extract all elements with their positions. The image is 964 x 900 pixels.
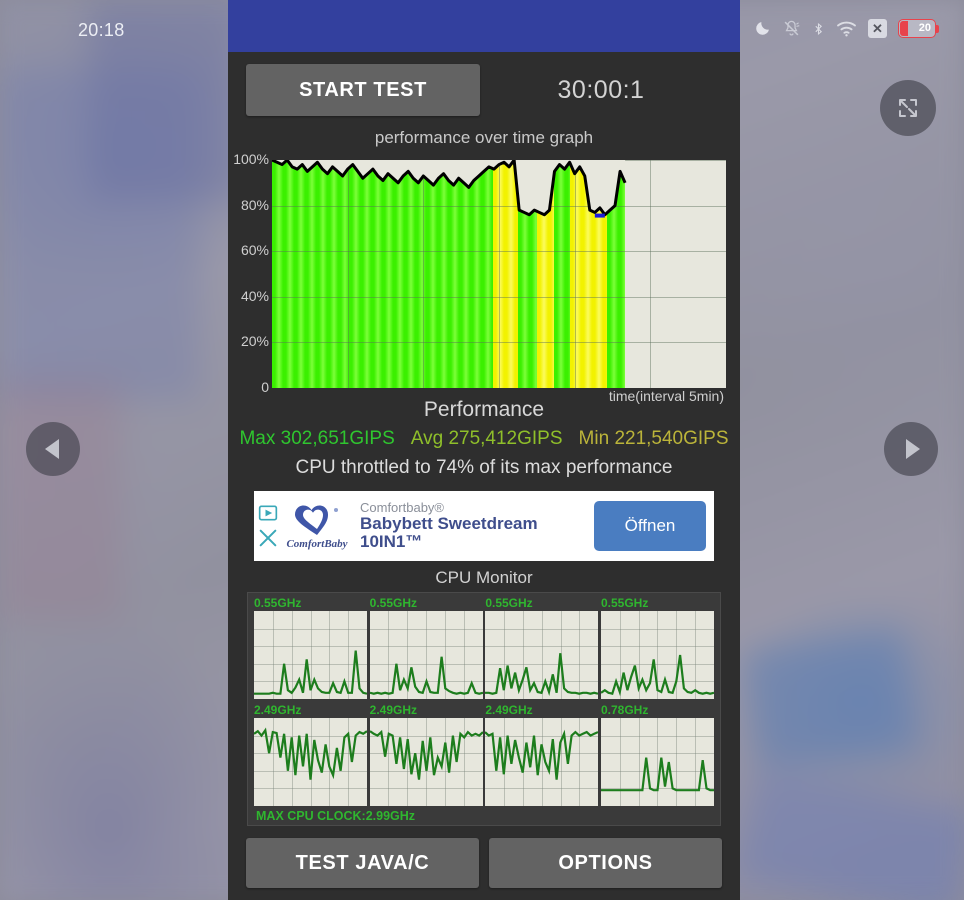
perf-avg-label: Avg: [410, 428, 444, 449]
performance-line: [272, 160, 726, 218]
perf-max-stat: Max 302,651GIPS: [239, 428, 394, 450]
cpu-core-plot: [485, 611, 599, 699]
wallpaper-blob: [0, 380, 120, 620]
cpu-core-cell: 0.55GHz: [600, 596, 714, 699]
cpu-core-line: [600, 654, 714, 697]
cpu-core-frequency-label: 2.49GHz: [369, 703, 418, 717]
app-header-bar: [228, 0, 740, 52]
performance-chart: 100% 80% 60% 40% 20% 0 time(interval 5min): [228, 150, 740, 404]
wallpaper-blob: [742, 629, 918, 771]
perf-max-value: 302,651GIPS: [280, 428, 395, 449]
fullscreen-expand-icon: [899, 99, 917, 117]
perf-avg-stat: Avg 275,412GIPS: [411, 428, 563, 450]
app-bottom-toolbar: TEST JAVA/C OPTIONS: [228, 838, 740, 894]
cpu-core-cell: 2.49GHz: [254, 703, 367, 806]
chart-plot-area[interactable]: [272, 160, 726, 388]
chart-y-tick: 60%: [240, 242, 269, 259]
cpu-core-row-bottom: 2.49GHz 2.49GHz 2.49GHz 0.78GHz: [250, 703, 718, 806]
chart-y-tick: 20%: [240, 333, 269, 350]
ad-headline-line1: Babybett Sweetdream: [360, 513, 538, 533]
ad-headline-line2: 10IN1™: [360, 532, 423, 552]
start-test-button[interactable]: START TEST: [246, 64, 480, 116]
cpu-core-cell: 2.49GHz: [485, 703, 599, 806]
ad-open-button[interactable]: Öffnen: [594, 501, 706, 551]
cpu-core-plot: [369, 718, 483, 806]
cpu-core-frequency-label: 2.49GHz: [485, 703, 533, 717]
heart-logo-icon: [295, 505, 338, 535]
perf-max-label: Max: [239, 428, 276, 449]
cpu-core-frequency-label: 0.55GHz: [369, 596, 418, 610]
chart-y-tick: 80%: [240, 196, 269, 213]
cpu-core-cell: 0.55GHz: [254, 596, 367, 699]
throttle-message: CPU throttled to 74% of its max performa…: [295, 457, 673, 478]
cpu-core-frequency-label: 0.55GHz: [485, 596, 533, 610]
cpu-monitor-panel: 0.55GHz 0.55GHz 0.55GHz 0.55GHz 2.49GHz 2.49…: [247, 592, 721, 826]
cpu-core-frequency-label: 0.55GHz: [600, 596, 649, 610]
nav-next-button[interactable]: [884, 422, 938, 476]
ad-text-block: Comfortbaby® Babybett Sweetdream 10IN1™: [354, 499, 594, 552]
ad-logo-wordmark: ComfortBaby: [286, 537, 348, 550]
cpu-core-line: [254, 727, 367, 780]
perf-avg-value: 275,412GIPS: [448, 428, 563, 449]
chevron-right-icon: [905, 439, 920, 459]
ad-banner[interactable]: ComfortBaby Comfortbaby® Babybett Sweetd…: [254, 491, 714, 561]
fullscreen-button[interactable]: [880, 80, 936, 136]
ad-controls: [254, 491, 280, 561]
chart-y-tick: 40%: [240, 287, 269, 304]
performance-chart-title: performance over time graph: [374, 128, 594, 147]
cpu-core-line: [600, 757, 714, 792]
adchoices-triangle-icon[interactable]: [257, 503, 279, 523]
cpu-core-plot: [369, 611, 483, 699]
ad-logo: ComfortBaby: [280, 503, 354, 550]
cpu-monitor-heading: CPU Monitor: [435, 568, 533, 587]
cpu-core-line: [369, 656, 483, 695]
cpu-core-line: [369, 729, 483, 780]
chart-y-axis: 100% 80% 60% 40% 20% 0: [228, 150, 272, 398]
performance-stats-row: Max 302,651GIPS Avg 275,412GIPS Min 221,…: [228, 422, 740, 450]
cpu-core-frequency-label: 2.49GHz: [254, 703, 302, 717]
chart-y-tick: 100%: [233, 151, 269, 167]
wallpaper-blob: [90, 0, 240, 200]
cpu-core-plot: [600, 611, 714, 699]
test-timer: 30:00:1: [557, 75, 645, 104]
cpu-core-cell: 0.78GHz: [600, 703, 714, 806]
cpu-core-plot: [485, 718, 599, 806]
cpu-core-frequency-label: 0.55GHz: [254, 596, 302, 610]
chart-x-axis-label: time(interval 5min): [608, 388, 724, 404]
cpu-max-clock-label: MAX CPU CLOCK:2.99GHz: [256, 809, 416, 823]
cpu-core-row-top: 0.55GHz 0.55GHz 0.55GHz 0.55GHz: [250, 596, 718, 699]
cpu-core-line: [254, 650, 367, 695]
perf-min-value: 221,540GIPS: [614, 428, 729, 449]
cpu-core-cell: 0.55GHz: [485, 596, 599, 699]
perf-min-label: Min: [578, 428, 610, 449]
perf-min-stat: Min 221,540GIPS: [579, 428, 729, 450]
nav-previous-button[interactable]: [26, 422, 80, 476]
cpu-core-plot: [600, 718, 714, 806]
cpu-core-line: [485, 653, 599, 697]
cpu-core-cell: 0.55GHz: [369, 596, 483, 699]
cpu-core-plot: [254, 718, 367, 806]
chevron-left-icon: [44, 439, 59, 459]
options-button[interactable]: OPTIONS: [489, 838, 722, 888]
cpu-core-line: [485, 729, 599, 780]
wallpaper-blob: [735, 768, 964, 900]
chart-y-tick: 0: [261, 379, 269, 395]
cpu-core-frequency-label: 0.78GHz: [600, 703, 649, 717]
cpu-core-cell: 2.49GHz: [369, 703, 483, 806]
cpu-throttling-test-app: START TEST 30:00:1 performance over time…: [228, 0, 740, 900]
app-toolbar: START TEST 30:00:1: [228, 52, 740, 128]
cpu-core-plot: [254, 611, 367, 699]
ad-brand-name: Comfortbaby®: [360, 499, 444, 515]
test-java-c-button[interactable]: TEST JAVA/C: [246, 838, 479, 888]
close-x-icon[interactable]: [257, 527, 279, 549]
